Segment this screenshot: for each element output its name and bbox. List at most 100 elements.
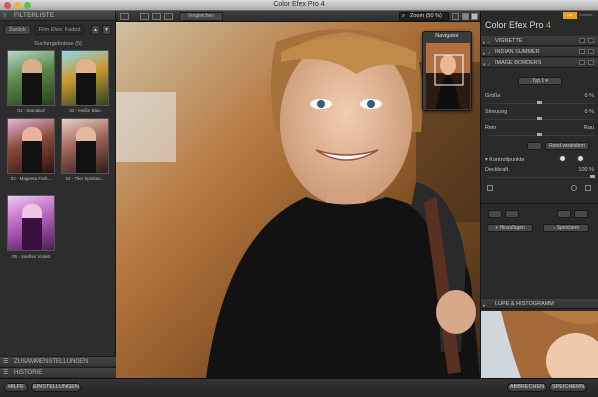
side-by-side-view-icon[interactable]	[164, 13, 173, 20]
expand-arrow-icon[interactable]: ▸	[483, 301, 486, 311]
recipe-undo-button[interactable]	[557, 210, 571, 218]
zoom-control[interactable]: ⌕ Zoom (50 %)	[399, 12, 449, 21]
navigator-photo	[426, 43, 470, 109]
single-view-icon[interactable]	[140, 13, 149, 20]
navigator-thumbnail[interactable]	[426, 43, 470, 109]
thumbnail-tiler[interactable]	[61, 118, 109, 174]
collections-header[interactable]: ☰ ZUSAMMENSTELLUNGEN	[0, 356, 116, 366]
zoom-dropdown-icon[interactable]	[452, 13, 459, 20]
navigator-panel[interactable]: Navigator	[422, 31, 472, 111]
stack-icon: ☰	[3, 359, 9, 365]
recipe-next-button[interactable]	[505, 210, 519, 218]
random-border-button[interactable]: Rand verändern	[545, 142, 589, 150]
control-value: 0 %	[584, 93, 594, 99]
search-results-label: Suchergebnisse (5)	[34, 41, 82, 47]
type-select-value: Typ 1	[531, 78, 545, 84]
loupe-histogram-header[interactable]: ▸ LUPE & HISTOGRAMM	[481, 299, 598, 309]
cancel-button[interactable]: ABBRECHEN	[507, 383, 547, 392]
filter-delete-icon[interactable]	[588, 60, 594, 65]
subtract-control-point-icon[interactable]	[576, 154, 585, 163]
back-tab[interactable]: Zurück	[4, 25, 31, 35]
window-titlebar: Color Efex Pro 4	[0, 0, 598, 11]
help-button[interactable]: HILFE	[4, 383, 28, 392]
recipe-prev-button[interactable]	[488, 210, 502, 218]
delete-icon[interactable]	[585, 185, 591, 191]
control-value: 0 %	[584, 109, 594, 115]
filter-delete-icon[interactable]	[588, 49, 594, 54]
filter-name: INDIAN SUMMER	[495, 49, 540, 55]
save-recipe-label: Speichern	[556, 225, 580, 231]
thumbnail-hot-blue[interactable]	[61, 50, 109, 106]
collections-title: ZUSAMMENSTELLUNGEN	[14, 359, 89, 365]
opacity-slider[interactable]	[487, 177, 595, 178]
layer-icon[interactable]	[487, 185, 493, 191]
save-button[interactable]: SPEICHERN	[549, 383, 587, 392]
loupe-preview[interactable]	[481, 311, 598, 378]
list-icon: ≡	[3, 13, 7, 19]
recipe-redo-button[interactable]	[574, 210, 588, 218]
bottom-bar: HILFE EINSTELLUNGEN ABBRECHEN SPEICHERN	[0, 378, 598, 397]
history-header[interactable]: ☰ HISTORIE	[0, 367, 116, 377]
filter-image-borders[interactable]: ▾ ✓ IMAGE BORDERS	[481, 58, 598, 68]
arrow-down-icon[interactable]: ▼	[102, 25, 111, 35]
filter-options-icon[interactable]	[579, 38, 585, 43]
navigator-title: Navigator	[435, 33, 459, 39]
control-label: Größe	[485, 93, 501, 99]
filter-delete-icon[interactable]	[588, 38, 594, 43]
thumbnail-soft-violet[interactable]	[7, 195, 55, 251]
app-title: Color Efex Pro 4	[485, 20, 551, 30]
divider	[481, 203, 598, 204]
filter-name: IMAGE BORDERS	[495, 60, 542, 66]
thumbnail-standard[interactable]	[7, 50, 55, 106]
seed-stepper[interactable]	[527, 142, 542, 150]
toggle-panel-icon[interactable]	[120, 13, 129, 20]
type-select[interactable]: Typ 1 ▾	[518, 77, 562, 85]
bg-color-alt-icon[interactable]	[471, 13, 478, 20]
opacity-label: Deckkraft	[485, 167, 509, 173]
thumbnail-label: 05 - Sanftes Violett	[12, 254, 50, 259]
right-panel: NIK Software Color Efex Pro 4 ▸ ✓ VIGNET…	[480, 11, 598, 378]
arrow-up-icon[interactable]: ▲	[91, 25, 100, 35]
opacity-value: 100 %	[578, 167, 594, 173]
thumbnail-label: 02 - Heiße Blau	[69, 108, 101, 113]
control-points-label: ▾ Kontrollpunkte	[485, 157, 524, 163]
spread-slider-handle[interactable]	[537, 117, 542, 120]
filter-tabs: Zurück Film Efex: Faded	[4, 25, 86, 35]
left-panel: ≡ FILTERLISTE Zurück Film Efex: Faded ▲ …	[0, 11, 116, 378]
image-canvas[interactable]: Navigator	[116, 22, 480, 378]
filter-list-header[interactable]: ≡ FILTERLISTE	[0, 11, 115, 21]
compare-button[interactable]: Vergleichen	[179, 12, 223, 21]
film-efex-faded-tab[interactable]: Film Efex: Faded	[33, 25, 86, 35]
window-title: Color Efex Pro 4	[273, 1, 325, 8]
control-points-text: Kontrollpunkte	[489, 157, 525, 163]
zoom-label: Zoom (50 %)	[410, 13, 442, 19]
top-toolbar: Vergleichen ⌕ Zoom (50 %)	[116, 11, 480, 22]
thumbnail-label: 03 - Magenta Farb...	[10, 176, 52, 181]
add-button[interactable]: + Hinzufügen	[487, 224, 533, 232]
filter-options-icon[interactable]	[579, 60, 585, 65]
control-value: Rau	[583, 125, 594, 131]
bg-color-icon[interactable]	[462, 13, 469, 20]
loupe-title: LUPE & HISTOGRAMM	[495, 301, 554, 307]
collapse-arrow-icon[interactable]: ▾ ✓	[483, 60, 491, 70]
filter-indian-summer[interactable]: ▸ ✓ INDIAN SUMMER	[481, 47, 598, 57]
filter-options-icon[interactable]	[579, 49, 585, 54]
app-version: 4	[546, 20, 552, 30]
reset-icon[interactable]	[571, 185, 577, 191]
nav-arrows: ▲ ▼	[91, 25, 111, 35]
filter-name: VIGNETTE	[495, 38, 523, 44]
clean-rough-slider-handle[interactable]	[537, 133, 542, 136]
app-name: Color Efex Pro	[485, 20, 544, 30]
add-control-point-icon[interactable]	[558, 154, 567, 163]
split-view-icon[interactable]	[152, 13, 161, 20]
settings-button[interactable]: EINSTELLUNGEN	[31, 383, 81, 392]
thumbnail-label: 01 - Standard	[17, 108, 45, 113]
save-recipe-button[interactable]: ↓ Speichern	[543, 224, 589, 232]
filter-list-title: FILTERLISTE	[14, 13, 55, 19]
control-label: Rein	[485, 125, 497, 131]
thumbnail-magenta[interactable]	[7, 118, 55, 174]
filter-vignette[interactable]: ▸ ✓ VIGNETTE	[481, 36, 598, 46]
opacity-slider-handle[interactable]	[590, 175, 595, 178]
size-slider-handle[interactable]	[537, 101, 542, 104]
nik-logo: NIK	[563, 12, 577, 19]
